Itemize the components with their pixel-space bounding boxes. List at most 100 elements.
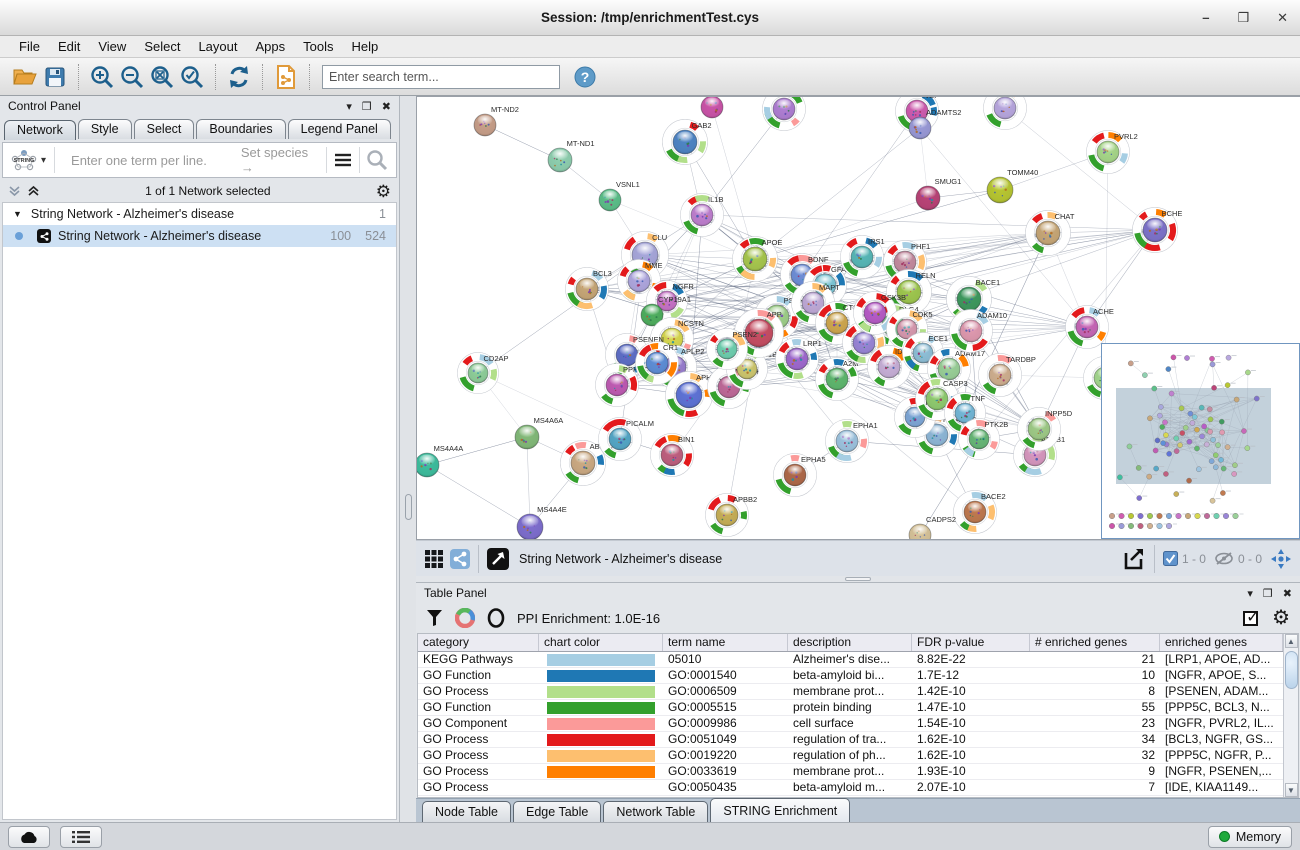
column-header-chart-color[interactable]: chart color [539,634,663,651]
menu-item-select[interactable]: Select [135,39,189,54]
tab-network-table[interactable]: Network Table [603,801,708,822]
network-share-icon[interactable] [271,62,301,92]
search-input[interactable] [322,65,560,89]
network-node-SMUG1[interactable]: SMUG1 [916,177,961,210]
help-icon[interactable]: ? [570,62,600,92]
table-close-icon[interactable]: ✖ [1283,587,1292,600]
network-node-A2M[interactable]: A2M [816,358,859,401]
table-row[interactable]: KEGG Pathways05010Alzheimer's dise...8.8… [418,652,1283,668]
minimize-button[interactable]: – [1202,10,1209,25]
open-in-string-icon[interactable] [487,548,509,570]
navigator-compass-icon[interactable] [1270,548,1292,570]
column-header-description[interactable]: description [788,634,912,651]
network-node-PICALM[interactable]: PICALM [599,418,654,461]
tab-string-enrichment[interactable]: STRING Enrichment [710,798,850,822]
remove-chart-icon[interactable] [487,608,505,628]
scroll-thumb[interactable] [1285,651,1298,689]
share-network-icon[interactable] [450,549,470,569]
network-panel-gear-icon[interactable]: ⚙ [376,183,391,200]
network-node-TARDBP[interactable]: TARDBP [979,354,1036,397]
column-header-term-name[interactable]: term name [663,634,788,651]
network-node-APBB2[interactable]: APBB2 [706,494,758,537]
birds-eye-view[interactable] [1101,343,1300,539]
column-header-fdr-p-value[interactable]: FDR p-value [912,634,1030,651]
species-hint[interactable]: Set species → [241,145,320,175]
tree-expand-icon[interactable]: ▼ [13,209,22,219]
table-row[interactable]: GO FunctionGO:0005515protein binding1.47… [418,700,1283,716]
menu-item-file[interactable]: File [10,39,49,54]
string-source-caret-icon[interactable]: ▾ [41,155,46,166]
select-terms-checkbox-icon[interactable] [1243,611,1258,626]
divider-grip[interactable] [405,494,412,520]
menu-item-view[interactable]: View [89,39,135,54]
refresh-icon[interactable] [224,62,254,92]
tab-legend-panel[interactable]: Legend Panel [288,119,391,139]
tab-network[interactable]: Network [4,120,76,140]
panel-menu-caret-icon[interactable]: ▾ [346,100,352,113]
tab-edge-table[interactable]: Edge Table [513,801,601,822]
tab-select[interactable]: Select [134,119,195,139]
network-row[interactable]: String Network - Alzheimer's disease 100… [3,225,396,247]
network-node-MS4A6A[interactable]: MS4A6A [515,416,563,449]
string-query-placeholder[interactable]: Enter one term per line. [71,153,207,168]
network-node-PTK2B[interactable]: PTK2B [959,419,1009,460]
table-row[interactable]: GO ProcessGO:0006509membrane prot...1.42… [418,684,1283,700]
table-row[interactable]: GO ProcessGO:0033619membrane prot...1.93… [418,764,1283,780]
network-node-TREM2[interactable]: TREM2 [984,97,1037,130]
zoom-selected-icon[interactable] [177,62,207,92]
menu-item-tools[interactable]: Tools [294,39,342,54]
task-history-button[interactable] [60,826,102,848]
network-node-APOE[interactable]: APOE [733,237,783,282]
network-node-ADAM10[interactable]: ADAM10 [950,310,1008,353]
network-node-CADPS2[interactable]: CADPS2 [909,515,956,540]
table-scrollbar[interactable]: ▲ ▼ [1283,634,1298,797]
open-folder-icon[interactable] [10,62,40,92]
memory-button[interactable]: Memory [1208,826,1292,848]
table-row[interactable]: GO ProcessGO:0019220regulation of ph...1… [418,748,1283,764]
network-node-BCHE[interactable]: BCHE [1133,208,1183,253]
save-icon[interactable] [40,62,70,92]
network-node-BCL3[interactable]: BCL3 [566,268,612,311]
table-row[interactable]: GO ProcessGO:0051049regulation of tra...… [418,732,1283,748]
string-options-icon[interactable] [333,152,353,168]
export-network-icon[interactable] [1122,547,1146,571]
column-header-category[interactable]: category [418,634,539,651]
panel-divider[interactable] [400,96,416,822]
tab-node-table[interactable]: Node Table [422,801,511,822]
network-collection-row[interactable]: ▼ String Network - Alzheimer's disease 1 [3,203,396,225]
zoom-fit-icon[interactable] [147,62,177,92]
scroll-up-icon[interactable]: ▲ [1285,634,1298,648]
network-node-PVRL2[interactable]: PVRL2 [1087,131,1138,174]
expand-all-icon[interactable] [27,185,40,197]
string-logo-icon[interactable]: STRING [9,148,39,172]
tab-boundaries[interactable]: Boundaries [196,119,285,139]
table-row[interactable]: GO FunctionGO:0001540beta-amyloid bi...1… [418,668,1283,684]
network-node-EPHA1[interactable]: EPHA1 [826,420,878,463]
network-node-MT-ND1[interactable]: MT-ND1 [548,139,595,172]
menu-item-help[interactable]: Help [343,39,388,54]
panel-float-icon[interactable]: ❒ [362,100,372,113]
table-row[interactable]: GO ProcessGO:0050435beta-amyloid m...2.0… [418,780,1283,796]
table-row[interactable]: GO ComponentGO:0009986cell surface1.54E-… [418,716,1283,732]
network-node-IRS1[interactable]: IRS1 [841,236,885,279]
menu-item-layout[interactable]: Layout [189,39,246,54]
scroll-down-icon[interactable]: ▼ [1285,783,1298,797]
table-float-icon[interactable]: ❒ [1263,587,1273,600]
panel-close-icon[interactable]: ✖ [382,100,391,113]
network-node-GAB2[interactable]: GAB2 [663,120,712,165]
menu-item-edit[interactable]: Edit [49,39,89,54]
network-node-MS4A4E[interactable]: MS4A4E [517,505,567,540]
network-node-INPP5D[interactable]: INPP5D [1018,408,1073,451]
splitter-grip[interactable] [845,577,871,581]
enrichment-settings-gear-icon[interactable]: ⚙ [1272,608,1290,628]
collapse-all-icon[interactable] [8,185,21,197]
network-node-CD33[interactable]: CD33 [763,97,810,131]
close-button[interactable]: ✕ [1277,10,1288,26]
network-node-SORL1[interactable]: SORL1 [701,97,743,118]
menu-item-apps[interactable]: Apps [247,39,295,54]
network-node-LRP1[interactable]: LRP1 [776,338,822,381]
network-node-CD2AP[interactable]: CD2AP [458,353,509,394]
chart-color-icon[interactable] [455,608,475,628]
column-header-enriched-genes[interactable]: enriched genes [1160,634,1283,651]
filter-icon[interactable] [426,609,443,627]
